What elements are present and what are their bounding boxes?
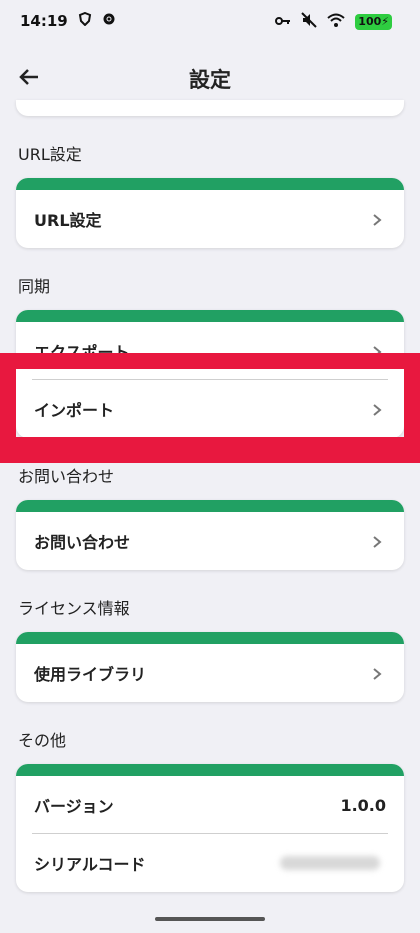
highlight-frame-top [0,353,420,369]
mute-icon [301,12,318,32]
wifi-icon [327,13,345,31]
key-icon [275,13,291,31]
row-label: 使用ライブラリ [34,665,147,684]
battery-level: 100 [358,15,382,28]
highlight-frame-left [0,353,16,463]
section-label-contact: お問い合わせ [18,467,115,486]
card-url: URL設定 [16,178,404,248]
status-time: 14:19 [20,12,68,30]
section-label-other: その他 [18,731,67,750]
chevron-right-icon [370,534,384,548]
card-other: バージョン 1.0.0 シリアルコード [16,764,404,892]
card-license: 使用ライブラリ [16,632,404,702]
chevron-right-icon [370,666,384,680]
row-libraries[interactable]: 使用ライブラリ [16,644,404,702]
gear-icon [102,12,116,30]
card-accent-bar [16,764,404,776]
section-label-sync: 同期 [18,277,51,296]
home-indicator [155,917,265,921]
status-bar: 14:19 100⚡ [0,0,420,44]
status-left: 14:19 [20,11,116,30]
chevron-right-icon [370,212,384,226]
row-label: バージョン [34,797,114,816]
row-label: インポート [34,401,115,420]
card-accent-bar [16,500,404,512]
status-right: 100⚡ [275,12,392,32]
row-label: シリアルコード [34,855,146,874]
card-accent-bar [16,178,404,190]
row-version: バージョン 1.0.0 [16,776,404,834]
highlight-frame-bottom [0,437,420,463]
battery-icon: 100⚡ [355,14,392,30]
row-label: お問い合わせ [34,533,131,552]
card-accent-bar [16,310,404,322]
row-import[interactable]: インポート [16,380,404,438]
highlight-frame-right [404,353,420,463]
section-label-url: URL設定 [18,145,82,164]
page-title: 設定 [189,68,231,92]
serial-code-redacted [280,856,380,870]
card-contact: お問い合わせ [16,500,404,570]
chevron-right-icon [370,402,384,416]
row-serial-code: シリアルコード [16,834,404,892]
row-contact[interactable]: お問い合わせ [16,512,404,570]
card-sync: エクスポート インポート [16,310,404,438]
row-label: URL設定 [34,211,102,230]
section-label-license: ライセンス情報 [18,599,130,618]
previous-card-edge [16,100,404,116]
row-export[interactable]: エクスポート [16,322,404,380]
shield-icon [78,11,92,30]
card-accent-bar [16,632,404,644]
row-url-settings[interactable]: URL設定 [16,190,404,248]
version-value: 1.0.0 [340,795,386,815]
